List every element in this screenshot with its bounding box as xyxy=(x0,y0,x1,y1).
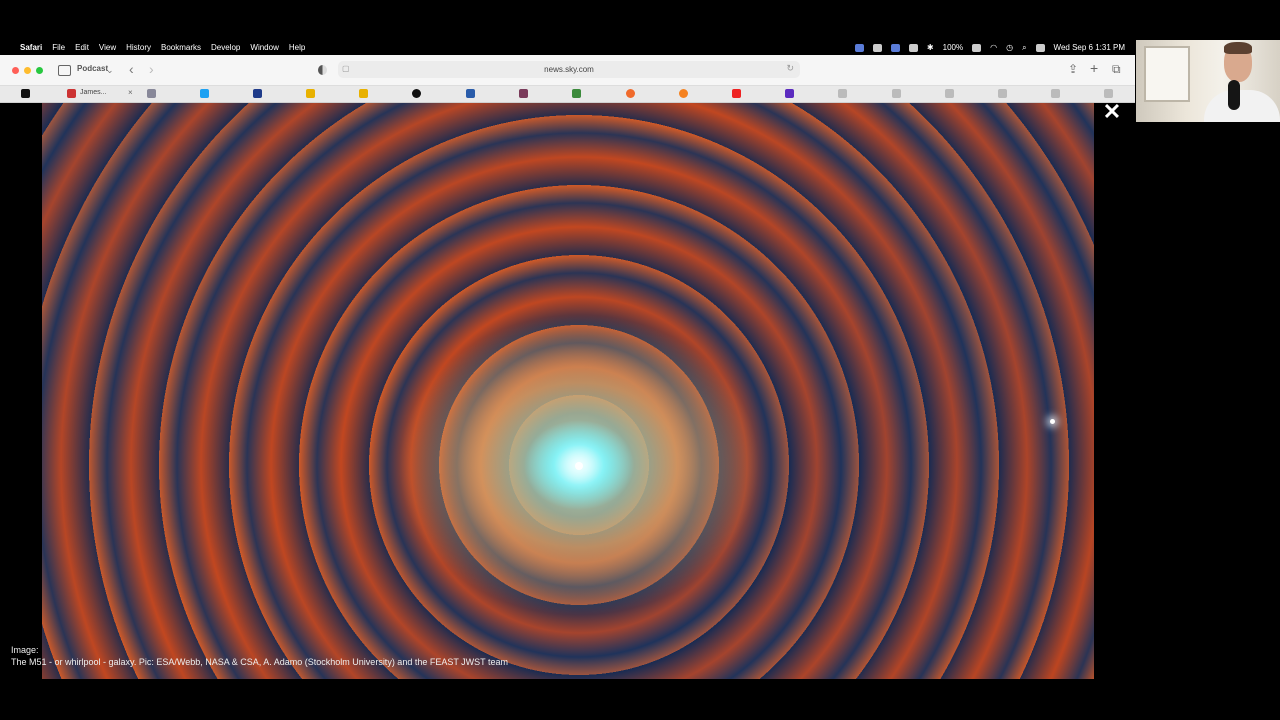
new-tab-icon[interactable]: + xyxy=(1090,60,1098,76)
galaxy-core xyxy=(575,462,583,470)
minimize-window-button[interactable] xyxy=(24,67,31,74)
galaxy-image xyxy=(42,103,1094,679)
status-app-icon[interactable] xyxy=(872,43,882,52)
clock-icon[interactable]: ◷ xyxy=(1006,43,1013,52)
display-icon[interactable] xyxy=(908,43,918,52)
tab-title[interactable]: James... xyxy=(80,89,106,96)
tab-favicon[interactable] xyxy=(253,89,262,98)
image-caption: Image: The M51 - or whirlpool - galaxy. … xyxy=(11,644,508,668)
zoom-window-button[interactable] xyxy=(36,67,43,74)
tab-favicon[interactable] xyxy=(147,89,156,98)
forward-icon[interactable]: › xyxy=(149,61,154,77)
tab-favicon[interactable] xyxy=(519,89,528,98)
tab-favicon[interactable] xyxy=(1051,89,1060,98)
shield-icon[interactable] xyxy=(318,65,327,75)
menu-datetime[interactable]: Wed Sep 6 1:31 PM xyxy=(1054,43,1125,52)
close-lightbox-button[interactable]: ✕ xyxy=(1101,101,1123,123)
battery-percent: 100% xyxy=(942,43,964,52)
microphone xyxy=(1228,80,1240,110)
tab-favicon[interactable] xyxy=(998,89,1007,98)
tab-favicon[interactable] xyxy=(67,89,76,98)
chevron-down-icon[interactable]: ⌄ xyxy=(106,65,114,76)
status-app-icon[interactable] xyxy=(890,43,900,52)
menu-bar: Safari File Edit View History Bookmarks … xyxy=(0,40,1135,55)
profile-selector[interactable]: Podcast xyxy=(77,64,108,73)
webcam-background-window xyxy=(1144,46,1190,102)
webcam-person-body xyxy=(1204,90,1280,122)
tab-favicon[interactable] xyxy=(945,89,954,98)
back-icon[interactable]: ‹ xyxy=(129,61,134,77)
tab-bar: James... × xyxy=(0,86,1135,103)
tab-favicon[interactable] xyxy=(732,89,741,98)
tab-favicon[interactable] xyxy=(21,89,30,98)
bright-star xyxy=(1050,419,1055,424)
browser-toolbar: Podcast ⌄ ‹ › ▢ news.sky.com ↻ ⇪ + ⧉ xyxy=(0,55,1135,86)
control-center-icon[interactable] xyxy=(1035,43,1045,52)
address-bar[interactable]: ▢ news.sky.com ↻ xyxy=(338,61,800,78)
menu-view[interactable]: View xyxy=(99,43,116,52)
menu-bookmarks[interactable]: Bookmarks xyxy=(161,43,201,52)
caption-text: The M51 - or whirlpool - galaxy. Pic: ES… xyxy=(11,657,509,667)
status-area: ✱ 100% ◠ ◷ ⌕ Wed Sep 6 1:31 PM xyxy=(854,40,1125,55)
close-tab-icon[interactable]: × xyxy=(128,88,133,97)
tab-favicon[interactable] xyxy=(200,89,209,98)
reload-icon[interactable]: ↻ xyxy=(786,63,794,74)
menu-file[interactable]: File xyxy=(52,43,65,52)
menu-app-name[interactable]: Safari xyxy=(20,43,42,52)
search-icon[interactable]: ⌕ xyxy=(1022,43,1026,53)
tab-favicon[interactable] xyxy=(785,89,794,98)
tab-favicon[interactable] xyxy=(679,89,688,98)
sidebar-icon[interactable] xyxy=(58,65,71,76)
tab-overview-icon[interactable]: ⧉ xyxy=(1112,62,1121,77)
tab-favicon[interactable] xyxy=(572,89,581,98)
tab-favicon[interactable] xyxy=(626,89,635,98)
bluetooth-icon[interactable]: ✱ xyxy=(927,43,934,52)
webcam-person-hair xyxy=(1224,42,1252,54)
menu-edit[interactable]: Edit xyxy=(75,43,89,52)
tab-favicon[interactable] xyxy=(892,89,901,98)
battery-icon[interactable] xyxy=(972,43,982,52)
status-app-icon[interactable] xyxy=(854,43,864,52)
tab-favicon[interactable] xyxy=(1104,89,1113,98)
tab-favicon[interactable] xyxy=(359,89,368,98)
tab-favicon[interactable] xyxy=(306,89,315,98)
menu-develop[interactable]: Develop xyxy=(211,43,240,52)
menu-history[interactable]: History xyxy=(126,43,151,52)
webcam-overlay xyxy=(1136,40,1280,122)
menu-help[interactable]: Help xyxy=(289,43,305,52)
caption-label: Image: xyxy=(11,645,39,655)
menu-window[interactable]: Window xyxy=(250,43,278,52)
close-window-button[interactable] xyxy=(12,67,19,74)
share-icon[interactable]: ⇪ xyxy=(1068,62,1078,76)
tab-favicon[interactable] xyxy=(838,89,847,98)
tab-favicon[interactable] xyxy=(412,89,421,98)
tab-favicon[interactable] xyxy=(466,89,475,98)
url-text[interactable]: news.sky.com xyxy=(338,65,800,74)
wifi-icon[interactable]: ◠ xyxy=(990,43,997,52)
